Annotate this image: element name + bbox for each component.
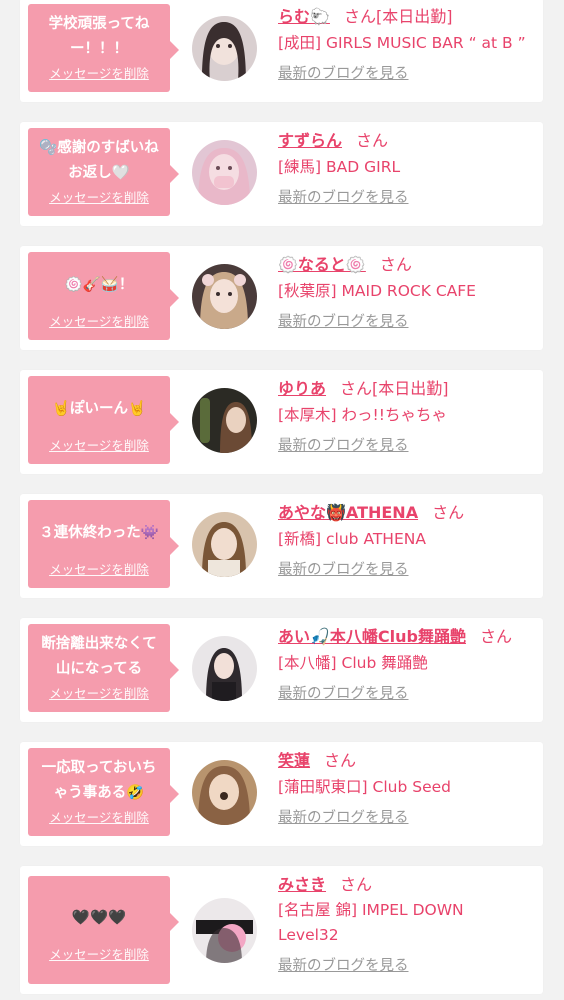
message-bubble: 一応取っておいち ゃう事ある🤣 メッセージを削除 [28,748,179,836]
honorific: さん [432,503,465,522]
honorific: さん [340,379,373,398]
latest-blog-link[interactable]: 最新のブログを見る [278,186,409,207]
cast-name-link[interactable]: 笑蓮 [278,751,310,770]
attendance-status: [本日出勤] [375,7,453,26]
avatar[interactable] [192,898,257,963]
cast-info: あい🎣本八幡Club舞踊艶 さん [本八幡] Club 舞踊艶 最新のブログを見る [278,618,537,703]
honorific: さん [480,627,513,646]
latest-blog-link[interactable]: 最新のブログを見る [278,806,409,827]
message-card: 🫧感謝のすばいね お返し🤍 メッセージを削除 すずらん さん [練馬] BAD G… [20,122,543,226]
cast-name-link[interactable]: らむ🐑 [278,7,330,26]
delete-message-link[interactable]: メッセージを削除 [28,187,170,206]
latest-blog-link[interactable]: 最新のブログを見る [278,62,409,83]
message-bubble: 🍥🎸🥁！ メッセージを削除 [28,252,179,340]
avatar[interactable] [192,264,257,329]
cast-info: ゆりあ さん[本日出勤] [本厚木] わっ!!ちゃちゃ 最新のブログを見る [278,370,537,455]
shop-info: [本厚木] わっ!!ちゃちゃ [278,406,447,424]
delete-message-link[interactable]: メッセージを削除 [28,944,170,963]
message-text: 🤘ぽいーん🤘 [51,400,147,417]
shop-info: [蒲田駅東口] Club Seed [278,778,451,796]
message-bubble: 🤘ぽいーん🤘 メッセージを削除 [28,376,179,464]
delete-message-link[interactable]: メッセージを削除 [28,807,170,826]
delete-message-link[interactable]: メッセージを削除 [28,559,170,578]
cast-name-link[interactable]: あい🎣本八幡Club舞踊艶 [278,627,466,646]
latest-blog-link[interactable]: 最新のブログを見る [278,558,409,579]
shop-info: [成田] GIRLS MUSIC BAR “ at B ” [278,34,526,52]
honorific: さん [324,751,357,770]
cast-info: みさき さん [名古屋 錦] IMPEL DOWN Level32 最新のブログを… [278,866,537,975]
shop-info: [本八幡] Club 舞踊艶 [278,654,428,672]
cast-info: 🍥なると🍥 さん [秋葉原] MAID ROCK CAFE 最新のブログを見る [278,246,537,331]
delete-message-link[interactable]: メッセージを削除 [28,63,170,82]
cast-name-link[interactable]: みさき [278,875,326,894]
delete-message-link[interactable]: メッセージを削除 [28,435,170,454]
message-text: 🫧感謝のすばいね お返し🤍 [39,140,159,181]
avatar[interactable] [192,16,257,81]
cast-name-link[interactable]: あやな👹ATHENA [278,503,418,522]
message-bubble: 🫧感謝のすばいね お返し🤍 メッセージを削除 [28,128,179,216]
shop-info: [秋葉原] MAID ROCK CAFE [278,282,476,300]
cast-info: すずらん さん [練馬] BAD GIRL 最新のブログを見る [278,122,537,207]
message-bubble: 🖤🖤🖤 メッセージを削除 [28,876,179,984]
message-text: ３連休終わった👾 [39,524,159,541]
message-card: 断捨離出来なくて 山になってる メッセージを削除 あい🎣本八幡Club舞踊艶 さん… [20,618,543,722]
message-text: 一応取っておいち ゃう事ある🤣 [41,760,157,801]
cast-name-link[interactable]: すずらん [278,131,342,150]
avatar[interactable] [192,760,257,825]
avatar[interactable] [192,140,257,205]
shop-info: [名古屋 錦] IMPEL DOWN Level32 [278,901,464,944]
message-bubble: 学校頑張ってねー！！！ メッセージを削除 [28,4,179,92]
message-card: 一応取っておいち ゃう事ある🤣 メッセージを削除 笑蓮 さん [蒲田駅東口] Cl… [20,742,543,846]
message-card: 🤘ぽいーん🤘 メッセージを削除 ゆりあ さん[本日出勤] [本厚木] わっ!!ちゃ… [20,370,543,474]
message-text: 🖤🖤🖤 [71,909,127,926]
message-text: 🍥🎸🥁！ [64,276,134,293]
avatar[interactable] [192,512,257,577]
honorific: さん [340,875,373,894]
avatar[interactable] [192,636,257,701]
cast-name-link[interactable]: ゆりあ [278,379,326,398]
message-text: 学校頑張ってねー！！！ [48,16,150,57]
message-card: ３連休終わった👾 メッセージを削除 あやな👹ATHENA さん [新橋] club… [20,494,543,598]
message-card: 学校頑張ってねー！！！ メッセージを削除 らむ🐑 さん[本日出勤] [成田] GI… [20,0,543,102]
message-bubble: ３連休終わった👾 メッセージを削除 [28,500,179,588]
delete-message-link[interactable]: メッセージを削除 [28,683,170,702]
shop-info: [新橋] club ATHENA [278,530,426,548]
cast-name-link[interactable]: 🍥なると🍥 [278,255,366,274]
message-bubble: 断捨離出来なくて 山になってる メッセージを削除 [28,624,179,712]
latest-blog-link[interactable]: 最新のブログを見る [278,954,409,975]
latest-blog-link[interactable]: 最新のブログを見る [278,682,409,703]
cast-info: あやな👹ATHENA さん [新橋] club ATHENA 最新のブログを見る [278,494,537,579]
message-card: 🍥🎸🥁！ メッセージを削除 🍥なると🍥 さん [秋葉原] MAID ROCK CA… [20,246,543,350]
latest-blog-link[interactable]: 最新のブログを見る [278,434,409,455]
honorific: さん [379,255,412,274]
message-text: 断捨離出来なくて 山になってる [41,636,157,677]
cast-info: らむ🐑 さん[本日出勤] [成田] GIRLS MUSIC BAR “ at B … [278,0,537,83]
delete-message-link[interactable]: メッセージを削除 [28,311,170,330]
honorific: さん [356,131,389,150]
latest-blog-link[interactable]: 最新のブログを見る [278,310,409,331]
shop-info: [練馬] BAD GIRL [278,158,401,176]
avatar[interactable] [192,388,257,453]
attendance-status: [本日出勤] [372,379,449,398]
honorific: さん [343,7,376,26]
message-card: 🖤🖤🖤 メッセージを削除 みさき さん [名古屋 錦] IMPEL DOWN Le… [20,866,543,994]
cast-info: 笑蓮 さん [蒲田駅東口] Club Seed 最新のブログを見る [278,742,537,827]
